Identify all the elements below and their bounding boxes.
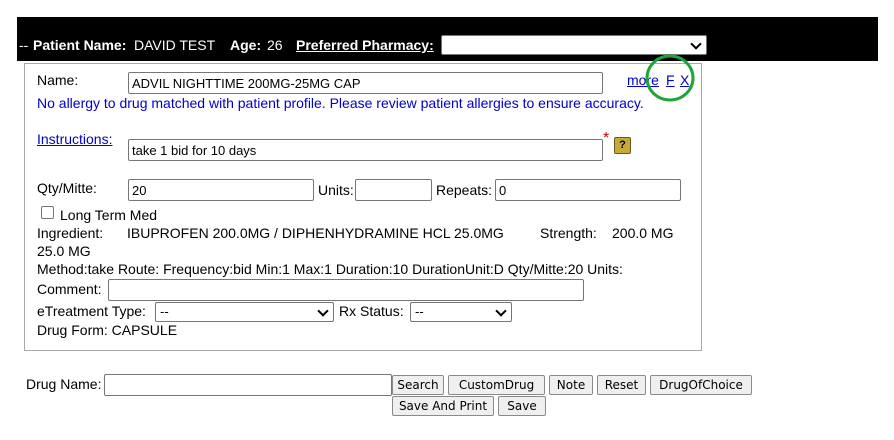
units-label: Units: bbox=[318, 182, 354, 198]
units-field[interactable] bbox=[355, 179, 432, 201]
patient-header: -- Patient Name: DAVID TEST Age: 26 Pref… bbox=[17, 17, 878, 61]
drug-name-label: Name: bbox=[37, 72, 79, 88]
drug-form: Drug Form: CAPSULE bbox=[37, 322, 178, 338]
drug-name-search-label: Drug Name: bbox=[26, 376, 102, 392]
strength-label: Strength: bbox=[540, 225, 597, 241]
instructions-field[interactable] bbox=[128, 139, 603, 161]
drug-name-search-input[interactable] bbox=[104, 374, 392, 396]
pharmacy-select[interactable]: PILLWAY HOME DELIVERY bbox=[441, 35, 707, 55]
preferred-pharmacy-label: Preferred Pharmacy: bbox=[296, 37, 434, 53]
qty-label: Qty/Mitte: bbox=[37, 180, 97, 196]
save-button[interactable]: Save bbox=[498, 396, 546, 416]
patient-name-label: Patient Name: bbox=[33, 37, 127, 53]
chevron-down-icon bbox=[690, 38, 702, 50]
etreatment-label: eTreatment Type: bbox=[37, 303, 146, 319]
long-term-med-checkbox[interactable] bbox=[41, 206, 54, 219]
repeats-label: Repeats: bbox=[436, 182, 493, 198]
ingredient-value: IBUPROFEN 200.0MG / DIPHENHYDRAMINE HCL … bbox=[127, 225, 504, 241]
rx-status-select[interactable]: -- bbox=[410, 302, 512, 322]
chevron-down-icon bbox=[317, 305, 329, 317]
etreatment-select-value: -- bbox=[160, 304, 169, 319]
strength-value-2: 25.0 MG bbox=[37, 243, 91, 259]
drug-name-field[interactable] bbox=[128, 72, 603, 94]
custom-drug-button[interactable]: CustomDrug bbox=[448, 375, 545, 395]
required-asterisk: * bbox=[603, 130, 610, 147]
header-dash: -- bbox=[19, 37, 29, 53]
reset-button[interactable]: Reset bbox=[597, 375, 646, 395]
etreatment-select[interactable]: -- bbox=[155, 302, 334, 322]
help-icon[interactable]: ? bbox=[614, 137, 631, 154]
rx-status-label: Rx Status: bbox=[339, 303, 404, 319]
ingredient-label: Ingredient: bbox=[37, 225, 104, 241]
pharmacy-select-value: PILLWAY HOME DELIVERY bbox=[446, 37, 610, 52]
search-button[interactable]: Search bbox=[392, 375, 444, 395]
note-button[interactable]: Note bbox=[549, 375, 593, 395]
qty-field[interactable] bbox=[128, 179, 314, 201]
patient-age: 26 bbox=[267, 37, 283, 53]
allergy-notice: No allergy to drug matched with patient … bbox=[37, 95, 644, 111]
comment-field[interactable] bbox=[108, 279, 584, 301]
save-and-print-button[interactable]: Save And Print bbox=[392, 396, 494, 416]
rx-status-select-value: -- bbox=[415, 304, 424, 319]
repeats-field[interactable] bbox=[495, 179, 681, 201]
help-icon-glyph: ? bbox=[619, 139, 626, 151]
drug-of-choice-button[interactable]: DrugOfChoice bbox=[650, 375, 752, 395]
patient-name: DAVID TEST bbox=[134, 37, 216, 53]
chevron-down-icon bbox=[495, 305, 507, 317]
age-label: Age: bbox=[230, 37, 262, 53]
instructions-link[interactable]: Instructions: bbox=[37, 131, 112, 147]
long-term-med-label: Long Term Med bbox=[60, 207, 158, 223]
comment-label: Comment: bbox=[37, 281, 102, 297]
strength-value-1: 200.0 MG bbox=[612, 225, 674, 241]
highlight-circle bbox=[645, 54, 695, 102]
method-summary: Method:take Route: Frequency:bid Min:1 M… bbox=[37, 261, 623, 277]
